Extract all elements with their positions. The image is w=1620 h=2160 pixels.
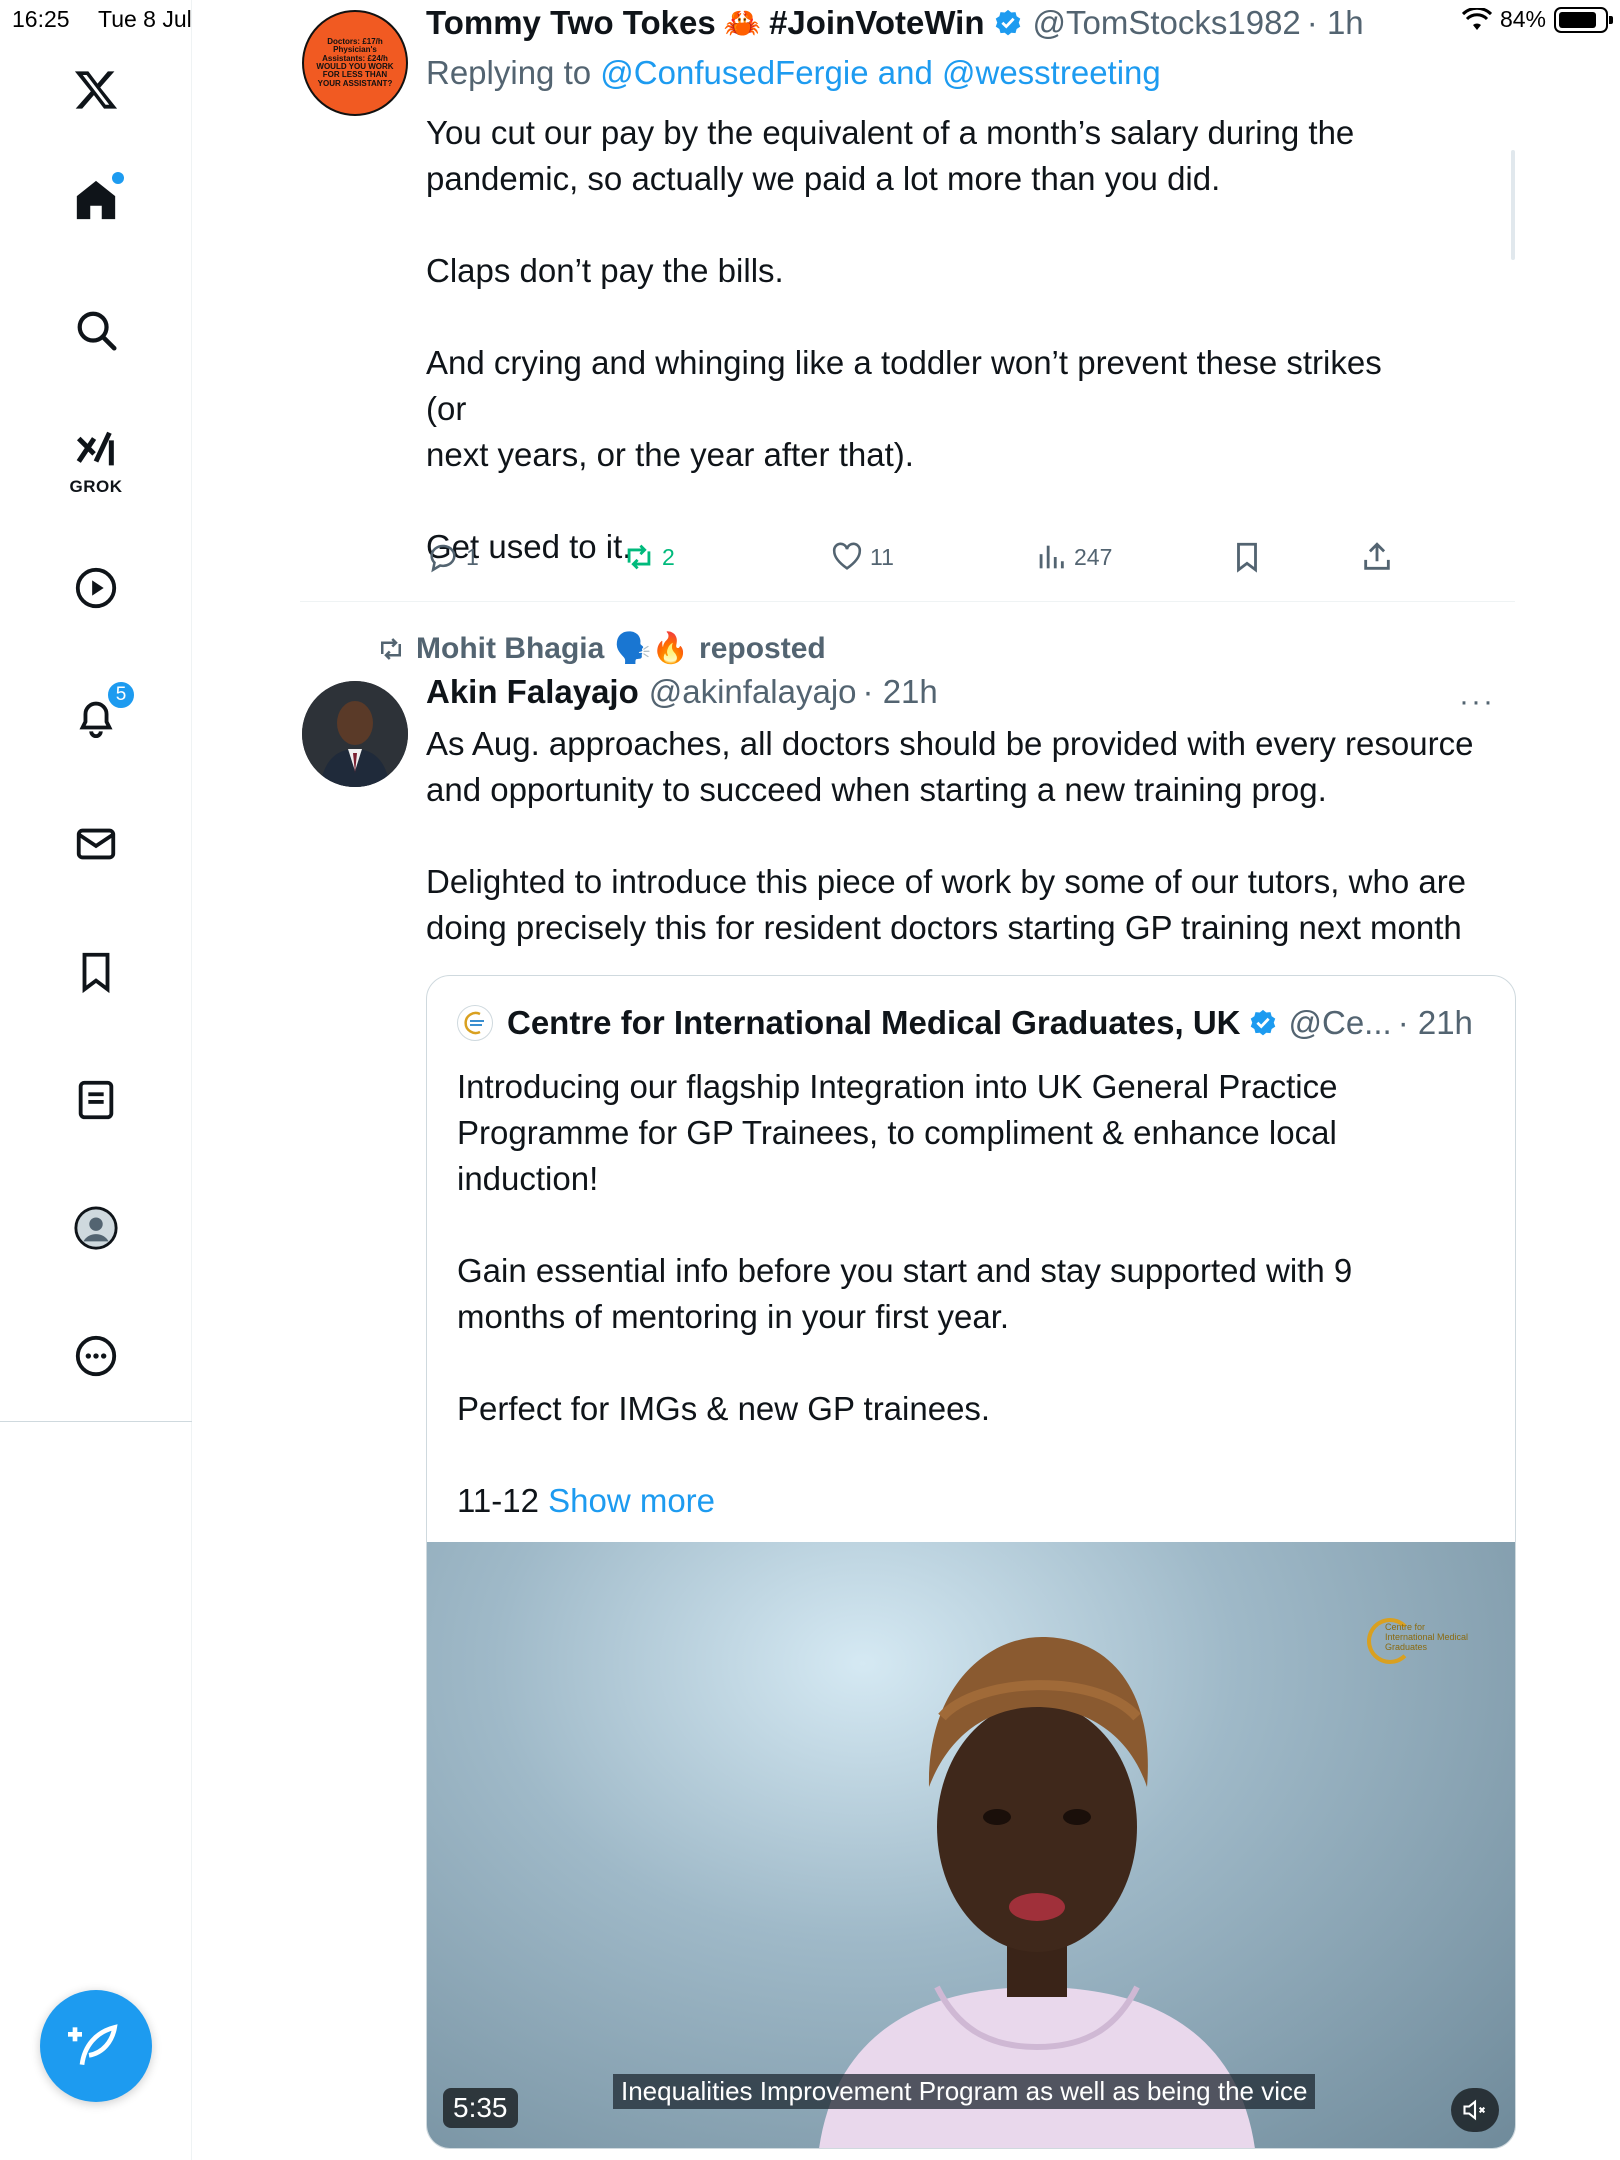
tweet[interactable]: Doctors: £17/h Physician's Assistants: £… <box>300 0 1515 602</box>
replying-to-label: Replying to <box>426 54 592 91</box>
list-icon[interactable] <box>66 1070 126 1130</box>
quote-text: Introducing our flagship Integration int… <box>457 1068 1353 1519</box>
quote-time: · 21h <box>1397 1004 1473 1041</box>
video-duration: 5:35 <box>443 2088 518 2128</box>
grok-icon[interactable] <box>66 420 126 480</box>
quote-header: Centre for International Medical Graduat… <box>457 1004 1473 1042</box>
repost-count: 2 <box>662 543 675 570</box>
author-hashtag[interactable]: #JoinVoteWin <box>769 4 984 42</box>
x-logo-icon[interactable] <box>66 60 126 120</box>
home-unread-dot <box>112 172 124 184</box>
view-count: 247 <box>1074 543 1113 570</box>
author-emoji: 🦀 <box>723 6 762 40</box>
verified-badge-icon <box>995 9 1020 36</box>
battery-icon <box>1554 6 1613 33</box>
mail-icon[interactable] <box>66 814 126 874</box>
quote-text-block: Introducing our flagship Integration int… <box>457 1064 1477 1524</box>
video-watermark-logo: Centre for International Medical Graduat… <box>1367 1614 1477 1674</box>
author-handle[interactable]: @TomStocks1982 <box>1033 4 1301 42</box>
reply-user-link[interactable]: @wesstreeting <box>942 54 1161 91</box>
avatar-photo <box>302 681 408 787</box>
mute-button[interactable] <box>1451 2088 1499 2132</box>
grok-label: GROK <box>69 477 123 496</box>
more-icon[interactable] <box>66 1326 126 1386</box>
video-frame-person <box>819 1637 1255 2148</box>
repost-icon <box>627 544 651 570</box>
notification-badge: 5 <box>106 680 136 710</box>
search-icon[interactable] <box>66 300 126 360</box>
reply-icon <box>430 544 456 573</box>
tweet-header: Tommy Two Tokes 🦀 #JoinVoteWin @TomStock… <box>426 4 1364 42</box>
quote-author-handle[interactable]: @Ce... <box>1288 1004 1391 1042</box>
scrollbar[interactable] <box>1511 150 1515 260</box>
reply-user-link[interactable]: @ConfusedFergie <box>600 54 868 91</box>
reply-and: and <box>877 54 933 91</box>
home-icon[interactable] <box>66 170 126 230</box>
tweet-text: You cut our pay by the equivalent of a m… <box>426 114 1382 565</box>
tweet-time[interactable]: · 1h <box>1307 4 1364 42</box>
reposted-by: Mohit Bhagia 🗣️🔥 reposted <box>376 631 826 666</box>
show-more-link[interactable]: Show more <box>548 1482 715 1519</box>
bookmark-icon <box>1237 542 1257 573</box>
tweet-text: As Aug. approaches, all doctors should b… <box>426 725 1474 946</box>
sidebar-divider <box>0 1421 192 1422</box>
author-handle[interactable]: @akinfalayajo <box>649 673 857 711</box>
reposter-name[interactable]: Mohit Bhagia <box>416 632 604 666</box>
more-options-icon[interactable]: ··· <box>1459 685 1495 719</box>
compose-button[interactable] <box>40 1990 152 2102</box>
video-subtitle: Inequalities Improvement Program as well… <box>613 2074 1316 2109</box>
compose-icon <box>68 2024 118 2066</box>
repost-icon <box>381 637 401 660</box>
author-name[interactable]: Tommy Two Tokes <box>426 4 716 42</box>
avatar-sign-text: Doctors: £17/h Physician's Assistants: £… <box>315 36 395 89</box>
views-icon <box>1039 545 1064 569</box>
quoted-tweet[interactable]: Centre for International Medical Graduat… <box>426 975 1516 2149</box>
reposter-emojis: 🗣️🔥 <box>614 632 690 665</box>
profile-icon[interactable] <box>66 1198 126 1258</box>
video-player[interactable]: Centre for International Medical Graduat… <box>427 1542 1515 2148</box>
play-icon[interactable] <box>66 558 126 618</box>
reposted-label: reposted <box>699 631 826 665</box>
repost-button[interactable]: 2 <box>622 540 675 574</box>
views-button[interactable]: 247 <box>1034 540 1112 574</box>
cimg-logo-icon <box>464 1011 484 1035</box>
reply-count: 1 <box>466 543 479 570</box>
verified-badge-icon <box>1251 1009 1276 1036</box>
heart-icon <box>832 542 862 570</box>
bookmark-button[interactable] <box>1230 540 1264 574</box>
tweet[interactable]: Mohit Bhagia 🗣️🔥 reposted Akin Falayajo … <box>300 603 1516 2160</box>
author-name[interactable]: Akin Falayajo <box>426 673 639 711</box>
sidebar: GROK 5 <box>0 0 192 2160</box>
mute-icon <box>1463 2099 1486 2121</box>
bookmark-icon[interactable] <box>66 942 126 1002</box>
avatar[interactable] <box>302 681 408 787</box>
avatar[interactable]: Doctors: £17/h Physician's Assistants: £… <box>302 10 408 116</box>
like-button[interactable]: 11 <box>830 540 894 574</box>
tweet-time[interactable]: · 21h <box>863 673 938 711</box>
bell-icon[interactable]: 5 <box>66 680 136 746</box>
video-logo-text: Centre for International Medical Graduat… <box>1385 1622 1469 1652</box>
tweet-actions: 1 2 11 247 <box>426 540 1416 584</box>
tweet-header: Akin Falayajo @akinfalayajo · 21h <box>426 673 938 711</box>
reply-button[interactable]: 1 <box>426 540 479 574</box>
like-count: 11 <box>870 543 894 570</box>
quote-avatar[interactable] <box>457 1005 493 1041</box>
replying-to: Replying to @ConfusedFergie and @wesstre… <box>426 54 1161 92</box>
quote-author-name[interactable]: Centre for International Medical Graduat… <box>507 1004 1240 1042</box>
share-icon <box>1364 542 1390 570</box>
share-button[interactable] <box>1360 540 1394 574</box>
